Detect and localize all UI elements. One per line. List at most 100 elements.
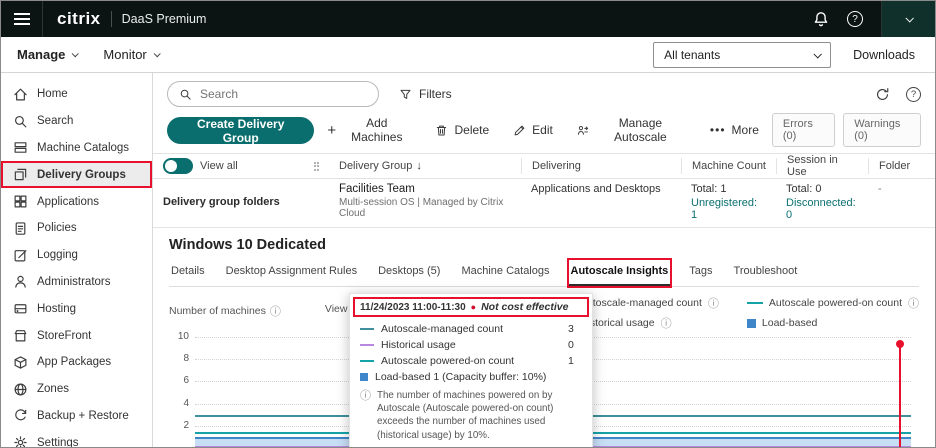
edit-button[interactable]: Edit bbox=[502, 117, 564, 143]
delivering-value: Applications and Desktops bbox=[521, 183, 681, 221]
backup-restore-icon bbox=[13, 408, 28, 423]
view-all-toggle[interactable] bbox=[163, 158, 193, 174]
column-delivering[interactable]: Delivering bbox=[521, 158, 681, 174]
funnel-icon bbox=[399, 88, 412, 101]
search-box[interactable] bbox=[167, 81, 379, 107]
help-icon[interactable]: ? bbox=[906, 87, 921, 102]
detail-panel: Windows 10 Dedicated Details Desktop Ass… bbox=[153, 228, 935, 448]
chart-legend: Autoscale-managed countⓘ Autoscale power… bbox=[558, 295, 919, 331]
y-tick: 10 bbox=[169, 331, 189, 342]
y-tick: 2 bbox=[169, 420, 189, 431]
account-menu-chevron[interactable] bbox=[881, 1, 935, 37]
y-tick: 6 bbox=[169, 375, 189, 386]
sessions-total: Total: 0 bbox=[786, 183, 858, 195]
delivery-group-folders-panel[interactable]: Delivery group folders bbox=[153, 183, 329, 221]
add-machines-button[interactable]: +Add Machines bbox=[316, 117, 422, 143]
y-tick: 4 bbox=[169, 398, 189, 409]
tenant-selector[interactable]: All tenants bbox=[653, 42, 831, 68]
column-folder[interactable]: Folder bbox=[868, 158, 935, 174]
column-session-in-use[interactable]: Session in Use bbox=[776, 158, 868, 174]
refresh-icon[interactable] bbox=[875, 87, 890, 102]
tab-tags[interactable]: Tags bbox=[687, 260, 714, 286]
sidebar-item-search[interactable]: Search bbox=[1, 108, 152, 135]
column-delivery-group[interactable]: Delivery Group↓ bbox=[329, 160, 521, 172]
panel-resize-handle[interactable] bbox=[314, 162, 320, 171]
tooltip-header-annotated: 11/24/2023 11:00-11:30 ● Not cost effect… bbox=[353, 297, 589, 317]
tab-desktops[interactable]: Desktops (5) bbox=[376, 260, 442, 286]
sidebar-item-administrators[interactable]: Administrators bbox=[1, 269, 152, 296]
pencil-icon bbox=[513, 124, 526, 137]
unregistered-link[interactable]: Unregistered: 1 bbox=[691, 197, 766, 221]
tab-details[interactable]: Details bbox=[169, 260, 207, 286]
storefront-icon bbox=[13, 328, 28, 343]
tooltip-timestamp: 11/24/2023 11:00-11:30 bbox=[360, 302, 466, 313]
sort-descending-icon: ↓ bbox=[416, 160, 422, 172]
info-icon[interactable]: ⓘ bbox=[708, 295, 719, 311]
sidebar-item-applications[interactable]: Applications bbox=[1, 188, 152, 215]
tab-troubleshoot[interactable]: Troubleshoot bbox=[732, 260, 800, 286]
tab-machine-catalogs[interactable]: Machine Catalogs bbox=[459, 260, 551, 286]
machine-count-total: Total: 1 bbox=[691, 183, 766, 195]
tooltip-row: Autoscale-managed count3 bbox=[360, 323, 582, 335]
info-icon[interactable]: ⓘ bbox=[908, 295, 919, 311]
info-icon[interactable]: ⓘ bbox=[270, 303, 281, 319]
manage-menu[interactable]: Manage bbox=[17, 47, 77, 62]
sidebar-item-storefront[interactable]: StoreFront bbox=[1, 322, 152, 349]
info-icon[interactable]: ⓘ bbox=[661, 315, 672, 331]
info-icon: ⓘ bbox=[360, 389, 371, 442]
sidebar-item-policies[interactable]: Policies bbox=[1, 215, 152, 242]
column-machine-count[interactable]: Machine Count bbox=[681, 158, 776, 174]
autoscale-icon bbox=[577, 124, 589, 137]
tooltip-note: ⓘThe number of machines powered on by Au… bbox=[360, 389, 582, 442]
filters-button[interactable]: Filters bbox=[399, 87, 452, 101]
monitor-menu[interactable]: Monitor bbox=[103, 47, 158, 62]
line-swatch bbox=[747, 302, 763, 304]
policies-icon bbox=[13, 221, 28, 236]
plus-icon: + bbox=[327, 123, 336, 138]
search-row: Filters ? bbox=[153, 73, 935, 111]
citrix-logo: citrix bbox=[57, 9, 101, 29]
delivery-group-name[interactable]: Facilities Team bbox=[339, 183, 511, 195]
sidebar-item-home[interactable]: Home bbox=[1, 81, 152, 108]
machine-catalogs-icon bbox=[13, 140, 28, 155]
zones-icon bbox=[13, 382, 28, 397]
more-button[interactable]: •••More bbox=[699, 117, 770, 143]
disconnected-link[interactable]: Disconnected: 0 bbox=[786, 197, 858, 221]
hosting-icon bbox=[13, 301, 28, 316]
tab-autoscale-insights[interactable]: Autoscale Insights bbox=[569, 260, 671, 286]
home-icon bbox=[13, 87, 28, 102]
current-time-marker-dot bbox=[896, 340, 904, 348]
administrators-icon bbox=[13, 274, 28, 289]
warnings-badge[interactable]: Warnings (0) bbox=[843, 113, 921, 147]
menu-bar: Manage Monitor All tenants Downloads bbox=[1, 37, 935, 73]
notifications-bell-icon[interactable] bbox=[813, 11, 829, 27]
downloads-link[interactable]: Downloads bbox=[853, 48, 915, 62]
sidebar-item-settings[interactable]: Settings bbox=[1, 429, 152, 448]
hamburger-menu-icon[interactable] bbox=[1, 1, 43, 37]
errors-badge[interactable]: Errors (0) bbox=[772, 113, 835, 147]
sidebar-item-app-packages[interactable]: App Packages bbox=[1, 349, 152, 376]
detail-title: Windows 10 Dedicated bbox=[169, 237, 919, 253]
help-icon[interactable]: ? bbox=[847, 11, 863, 27]
manage-autoscale-button[interactable]: Manage Autoscale bbox=[566, 117, 697, 143]
main-content: Filters ? Create Delivery Group +Add Mac… bbox=[153, 73, 935, 448]
table-row[interactable]: Delivery group folders Facilities Team M… bbox=[153, 179, 935, 228]
sidebar: Home Search Machine Catalogs Delivery Gr… bbox=[1, 73, 153, 448]
app-packages-icon bbox=[13, 355, 28, 370]
search-input[interactable] bbox=[200, 87, 350, 101]
sidebar-item-backup-restore[interactable]: Backup + Restore bbox=[1, 403, 152, 430]
sidebar-item-logging[interactable]: Logging bbox=[1, 242, 152, 269]
sidebar-item-machine-catalogs[interactable]: Machine Catalogs bbox=[1, 135, 152, 162]
tab-desktop-assignment-rules[interactable]: Desktop Assignment Rules bbox=[224, 260, 359, 286]
table-header-row: View all Delivery Group↓ Delivering Mach… bbox=[153, 153, 935, 179]
tooltip-row: Historical usage0 bbox=[360, 339, 582, 351]
sidebar-item-zones[interactable]: Zones bbox=[1, 376, 152, 403]
sidebar-item-hosting[interactable]: Hosting bbox=[1, 295, 152, 322]
legend-load-based: Load-based bbox=[747, 315, 919, 331]
search-icon bbox=[13, 114, 28, 129]
more-dots-icon: ••• bbox=[710, 123, 726, 137]
chevron-down-icon bbox=[153, 50, 160, 57]
delete-button[interactable]: Delete bbox=[424, 117, 500, 143]
create-delivery-group-button[interactable]: Create Delivery Group bbox=[167, 117, 314, 144]
sidebar-item-delivery-groups[interactable]: Delivery Groups bbox=[1, 161, 152, 188]
